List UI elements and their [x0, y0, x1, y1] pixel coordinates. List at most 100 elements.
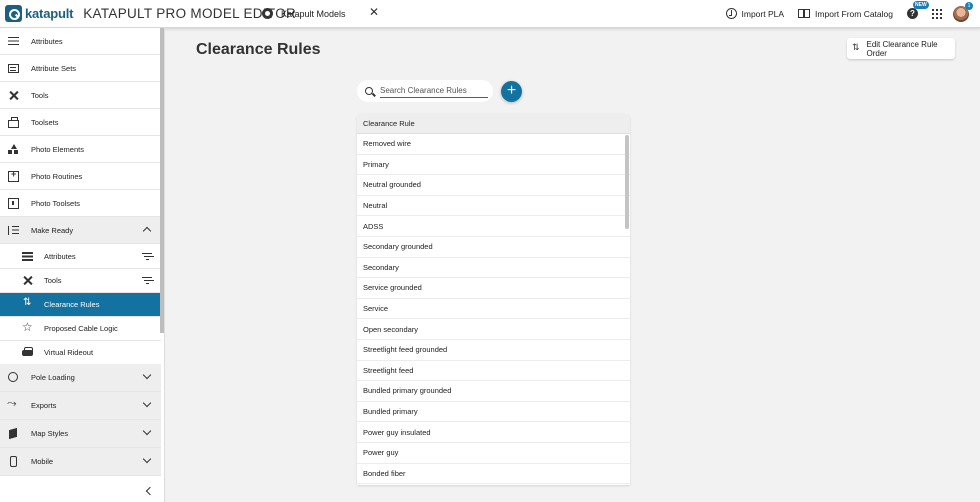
table-row[interactable]: ADSS [357, 216, 630, 237]
mobile-icon [10, 456, 17, 467]
table-row[interactable]: Neutral [357, 196, 630, 217]
chevron-up-icon [142, 226, 152, 236]
collapse-sidebar-icon[interactable] [145, 486, 155, 496]
sidebar-group-exports[interactable]: Exports [0, 392, 161, 420]
avatar[interactable]: 1 [953, 1, 973, 22]
add-clearance-rule-button[interactable]: + [501, 81, 522, 102]
sidebar-group-label: Map Styles [31, 429, 69, 438]
photo-toolset-icon [8, 197, 19, 209]
chevron-down-icon [142, 454, 152, 464]
table-row[interactable]: Bundled primary grounded [357, 381, 630, 402]
sidebar-item-mr-attributes[interactable]: Attributes [0, 245, 161, 269]
sidebar-group-mobile[interactable]: Mobile [0, 448, 161, 476]
checklist-icon [8, 225, 19, 236]
import-catalog-button[interactable]: Import From Catalog [798, 9, 893, 19]
table-row[interactable]: Primary [357, 155, 630, 176]
table-row[interactable]: Secondary [357, 258, 630, 279]
sidebar: Attributes Attribute Sets Tools Toolsets… [0, 28, 165, 502]
sidebar-group-label: Pole Loading [31, 373, 75, 382]
logo[interactable]: katapult [5, 5, 73, 22]
katapult-logo-icon [5, 5, 22, 22]
table-row[interactable]: Power guy [357, 443, 630, 464]
sidebar-group-label: Exports [31, 401, 57, 410]
import-pla-label: Import PLA [741, 8, 785, 19]
import-pla-icon [725, 8, 737, 19]
table-row[interactable]: Secondary grounded [357, 237, 630, 258]
shapes-icon [8, 143, 19, 155]
sidebar-item-label: Tools [31, 90, 49, 100]
swap-vertical-icon [852, 42, 860, 53]
tools-icon [8, 90, 19, 101]
close-icon[interactable]: ✕ [369, 5, 379, 19]
top-actions: Import PLA Import From Catalog ? NEW 1 [725, 0, 980, 27]
table-row[interactable]: Neutral grounded [357, 175, 630, 196]
sidebar-item-toolsets[interactable]: Toolsets [0, 109, 161, 136]
swap-vertical-icon [22, 297, 33, 310]
table-row[interactable]: Service grounded [357, 278, 630, 299]
tools-icon [22, 275, 33, 286]
new-badge: NEW [913, 1, 929, 9]
sidebar-item-label: Photo Toolsets [31, 198, 81, 208]
top-bar: katapult KATAPULT PRO MODEL EDITOR Katap… [0, 0, 980, 28]
tab-label: Katapult Models [281, 8, 346, 19]
edit-order-label: Edit Clearance Rule Order [866, 39, 938, 58]
sidebar-group-pole-loading[interactable]: Pole Loading [0, 364, 161, 392]
clearance-rules-table: Clearance Rule Removed wire Primary Neutra… [357, 113, 630, 485]
table-scrollbar[interactable] [625, 135, 629, 229]
catalog-icon [798, 9, 811, 18]
sidebar-group-map-styles[interactable]: Map Styles [0, 420, 161, 448]
sidebar-item-tools[interactable]: Tools [0, 82, 161, 109]
sidebar-item-photo-toolsets[interactable]: Photo Toolsets [0, 190, 161, 217]
table-row[interactable]: Service [357, 299, 630, 320]
list-icon [22, 251, 33, 262]
import-pla-button[interactable]: Import PLA [725, 8, 785, 19]
sidebar-item-label: Photo Elements [31, 144, 84, 154]
sidebar-scrollbar[interactable] [160, 28, 164, 333]
table-row[interactable]: Streetlight feed [357, 361, 630, 382]
pole-loading-icon [8, 372, 19, 383]
sidebar-item-clearance-rules[interactable]: Clearance Rules [0, 293, 161, 317]
sidebar-item-virtual-rideout[interactable]: Virtual Rideout [0, 341, 161, 365]
model-icon [262, 8, 273, 19]
sidebar-item-label: Clearance Rules [44, 300, 100, 309]
sidebar-group-make-ready[interactable]: Make Ready [0, 217, 161, 244]
table-row[interactable]: Removed wire [357, 134, 630, 155]
sidebar-item-attribute-sets[interactable]: Attribute Sets [0, 55, 161, 82]
sidebar-group-label: Make Ready [31, 225, 74, 235]
sidebar-item-label: Attribute Sets [31, 63, 77, 73]
search-input[interactable] [380, 84, 488, 98]
sidebar-item-label: Attributes [31, 36, 63, 46]
tab-katapult-models[interactable]: Katapult Models ✕ [255, 0, 385, 27]
sidebar-item-label: Toolsets [31, 117, 59, 127]
sidebar-item-label: Photo Routines [31, 171, 83, 181]
search-icon [365, 87, 373, 95]
map-icon [8, 428, 19, 439]
sidebar-item-photo-elements[interactable]: Photo Elements [0, 136, 161, 163]
sidebar-item-attributes[interactable]: Attributes [0, 28, 161, 55]
toolbox-icon [8, 117, 19, 128]
table-row[interactable]: Streetlight feed grounded [357, 340, 630, 361]
sidebar-item-mr-tools[interactable]: Tools [0, 269, 161, 293]
apps-grid-icon[interactable] [932, 8, 942, 19]
filter-icon[interactable] [142, 253, 152, 261]
star-icon [22, 320, 33, 334]
add-box-icon [8, 169, 19, 182]
import-catalog-label: Import From Catalog [815, 8, 893, 19]
sidebar-item-proposed-cable-logic[interactable]: Proposed Cable Logic [0, 317, 161, 341]
table-row[interactable]: Bundled primary [357, 402, 630, 423]
filter-icon[interactable] [142, 277, 152, 285]
page-title: Clearance Rules [196, 41, 321, 58]
sidebar-item-label: Proposed Cable Logic [44, 324, 118, 333]
table-row[interactable]: Bonded fiber [357, 464, 630, 485]
sidebar-item-photo-routines[interactable]: Photo Routines [0, 163, 161, 190]
chevron-down-icon [142, 398, 152, 408]
help-button[interactable]: ? NEW [907, 1, 929, 19]
table-body: Removed wire Primary Neutral grounded Neutr… [357, 134, 630, 485]
table-row[interactable]: Open secondary [357, 319, 630, 340]
car-icon [22, 347, 33, 358]
sidebar-item-label: Attributes [44, 252, 76, 261]
edit-clearance-rule-order-button[interactable]: Edit Clearance Rule Order [847, 38, 955, 59]
notification-badge: 1 [965, 1, 973, 10]
table-row[interactable]: Power guy insulated [357, 422, 630, 443]
table-header[interactable]: Clearance Rule [357, 113, 630, 134]
